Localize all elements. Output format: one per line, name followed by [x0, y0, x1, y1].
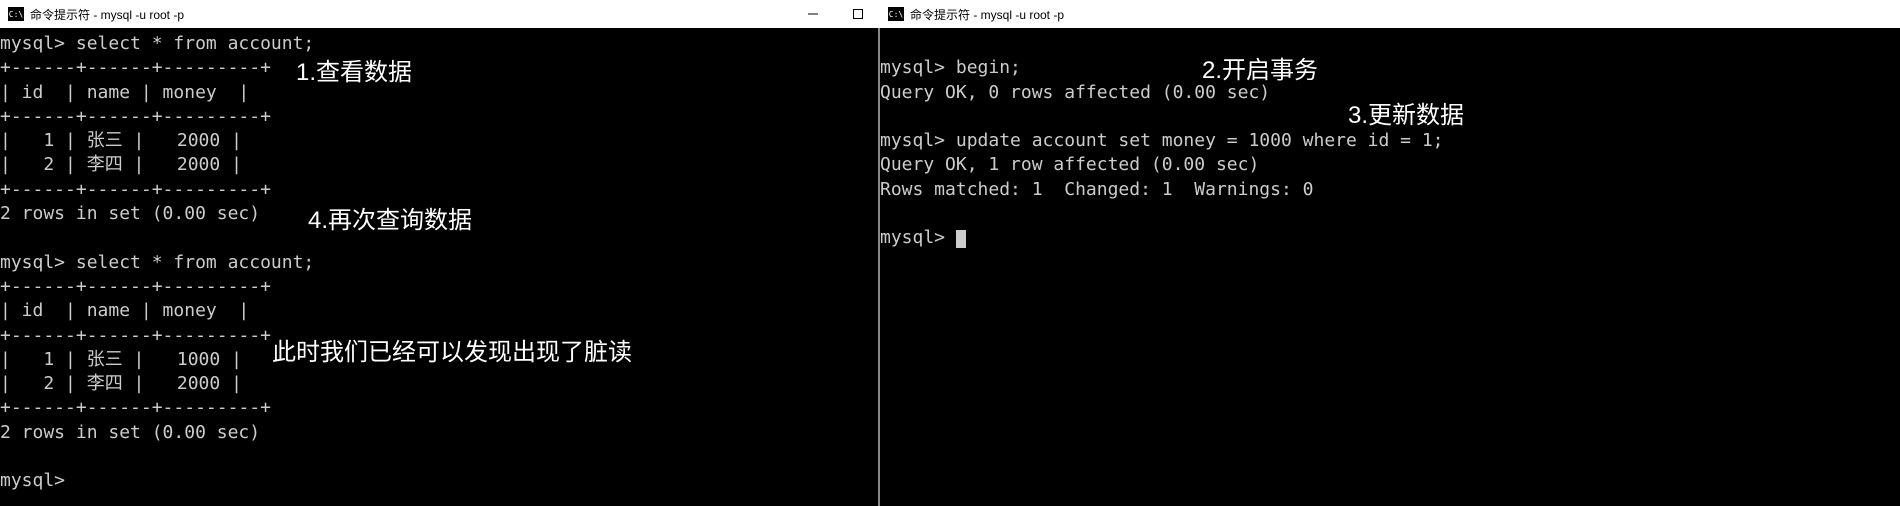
annotation-step-4: 4.再次查询数据: [308, 200, 472, 235]
sql-query-line: mysql> select * from account;: [0, 252, 314, 273]
window-title: 命令提示符 - mysql -u root -p: [30, 6, 184, 23]
terminal-window-left: C:\ 命令提示符 - mysql -u root -p mysql> sele…: [0, 0, 880, 498]
table-row: | 1 | 张三 | 1000 |: [0, 349, 242, 370]
annotation-step-2: 2.开启事务: [1202, 50, 1318, 85]
maximize-button[interactable]: [835, 0, 880, 28]
table-header: | id | name | money |: [0, 82, 249, 103]
cmd-icon: C:\: [8, 7, 24, 21]
table-row: | 1 | 张三 | 2000 |: [0, 130, 242, 151]
sql-begin-line: mysql> begin;: [880, 57, 1021, 78]
prompt-line: mysql>: [880, 227, 956, 248]
terminal-output-right[interactable]: mysql> begin; Query OK, 0 rows affected …: [880, 28, 1900, 255]
prompt-line: mysql>: [0, 470, 76, 491]
table-border: +------+------+---------+: [0, 179, 271, 200]
table-border: +------+------+---------+: [0, 397, 271, 418]
table-row: | 2 | 李四 | 2000 |: [0, 154, 242, 175]
table-border: +------+------+---------+: [0, 276, 271, 297]
result-line: 2 rows in set (0.00 sec): [0, 203, 260, 224]
sql-query-line: mysql> select * from account;: [0, 33, 314, 54]
window-title: 命令提示符 - mysql -u root -p: [910, 6, 1064, 23]
cmd-icon: C:\: [888, 7, 904, 21]
annotation-step-3: 3.更新数据: [1348, 95, 1464, 130]
cursor-icon: [956, 230, 966, 248]
sql-update-line: mysql> update account set money = 1000 w…: [880, 130, 1444, 151]
result-line: Query OK, 1 row affected (0.00 sec): [880, 154, 1259, 175]
terminal-output-left[interactable]: mysql> select * from account; +------+--…: [0, 28, 880, 498]
result-line: 2 rows in set (0.00 sec): [0, 422, 260, 443]
table-border: +------+------+---------+: [0, 106, 271, 127]
table-border: +------+------+---------+: [0, 57, 271, 78]
minimize-button[interactable]: [790, 0, 835, 28]
table-border: +------+------+---------+: [0, 325, 271, 346]
titlebar-left[interactable]: C:\ 命令提示符 - mysql -u root -p: [0, 0, 880, 28]
titlebar-right[interactable]: C:\ 命令提示符 - mysql -u root -p: [880, 0, 1900, 28]
result-line: Rows matched: 1 Changed: 1 Warnings: 0: [880, 179, 1313, 200]
annotation-dirty-read: 此时我们已经可以发现出现了脏读: [272, 332, 632, 367]
window-controls: [790, 0, 880, 28]
table-header: | id | name | money |: [0, 300, 249, 321]
table-row: | 2 | 李四 | 2000 |: [0, 373, 242, 394]
annotation-step-1: 1.查看数据: [296, 52, 412, 87]
